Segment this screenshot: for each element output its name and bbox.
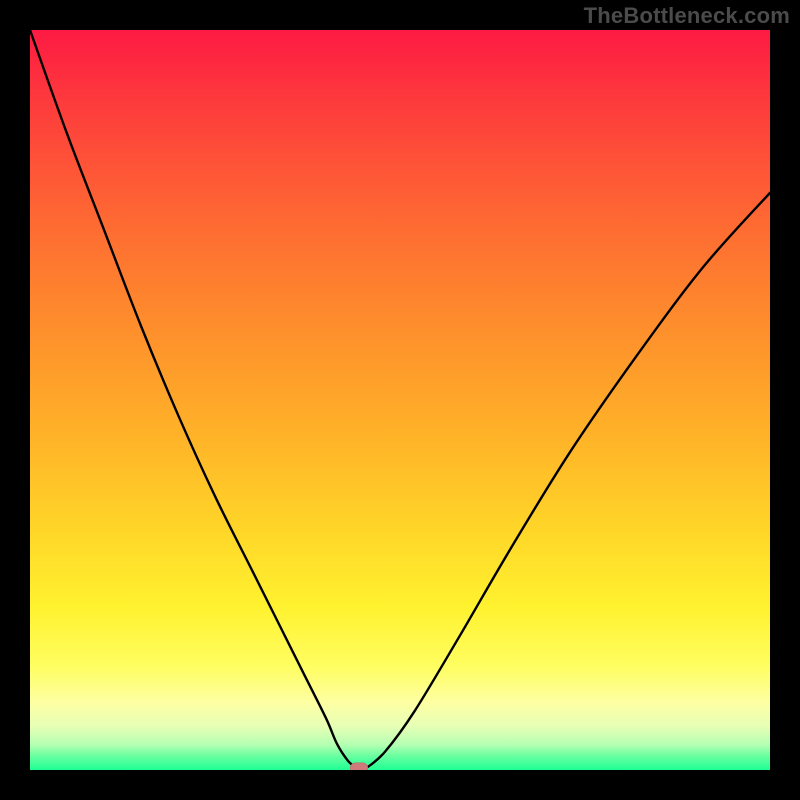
chart-frame: TheBottleneck.com [0, 0, 800, 800]
plot-area [30, 30, 770, 770]
optimum-marker [350, 762, 368, 770]
bottleneck-curve [30, 30, 770, 770]
watermark-text: TheBottleneck.com [584, 3, 790, 29]
